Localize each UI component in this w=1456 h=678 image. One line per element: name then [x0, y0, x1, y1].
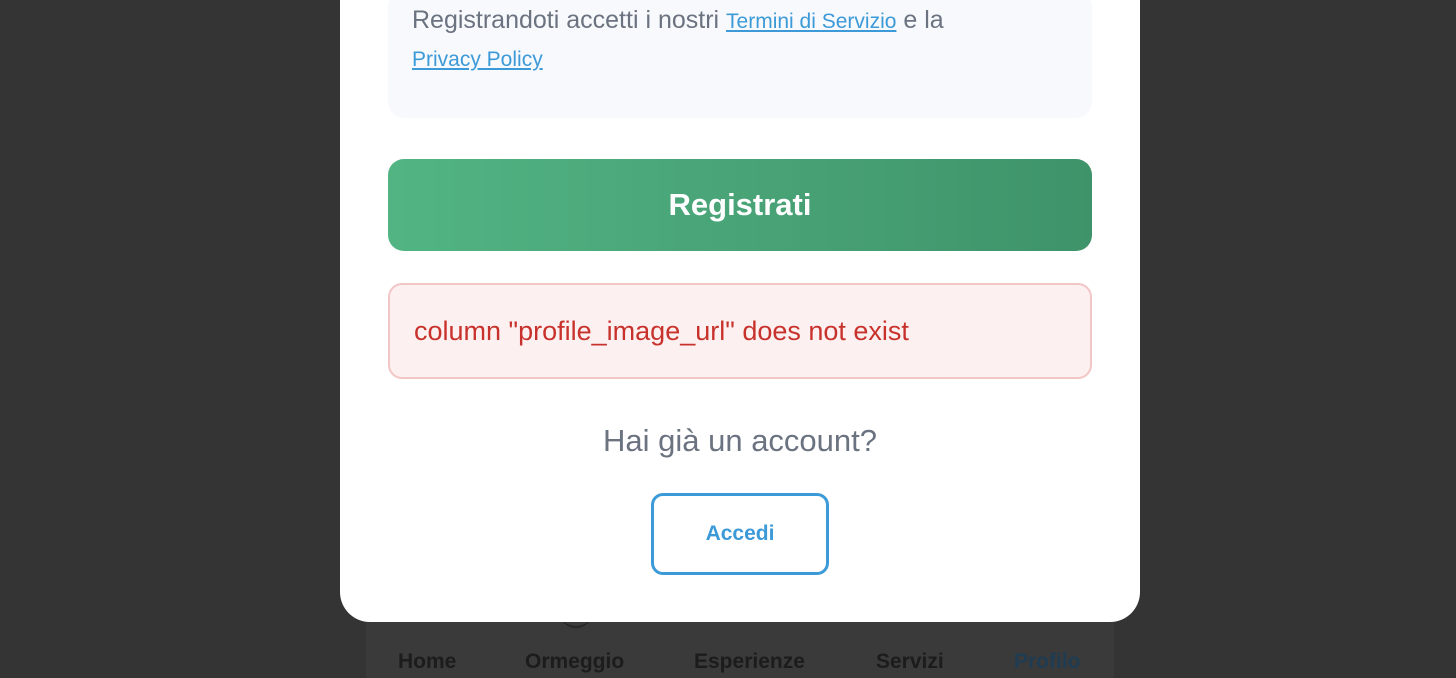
terms-of-service-link[interactable]: Termini di Servizio — [726, 10, 896, 33]
tab-profilo[interactable]: Profilo — [1014, 650, 1081, 674]
privacy-policy-link[interactable]: Privacy Policy — [412, 48, 543, 71]
have-account-text: Hai già un account? — [602, 423, 878, 458]
screen: Home Ormeggio Esperienze Servizi Profilo… — [0, 0, 1456, 678]
register-button[interactable]: Registrati — [388, 159, 1092, 251]
tab-home[interactable]: Home — [398, 650, 456, 674]
tab-esperienze[interactable]: Esperienze — [694, 650, 805, 674]
registration-modal: Registrandoti accetti i nostri Termini d… — [340, 0, 1140, 622]
error-alert: column "profile_image_url" does not exis… — [388, 283, 1092, 379]
terms-prefix: Registrandoti accetti i nostri — [412, 6, 720, 34]
terms-notice: Registrandoti accetti i nostri Termini d… — [388, 0, 1092, 118]
terms-middle: e la — [903, 6, 944, 34]
tab-servizi[interactable]: Servizi — [876, 650, 944, 674]
login-button[interactable]: Accedi — [651, 493, 829, 575]
tab-ormeggio[interactable]: Ormeggio — [525, 650, 624, 674]
error-message: column "profile_image_url" does not exis… — [414, 315, 909, 346]
